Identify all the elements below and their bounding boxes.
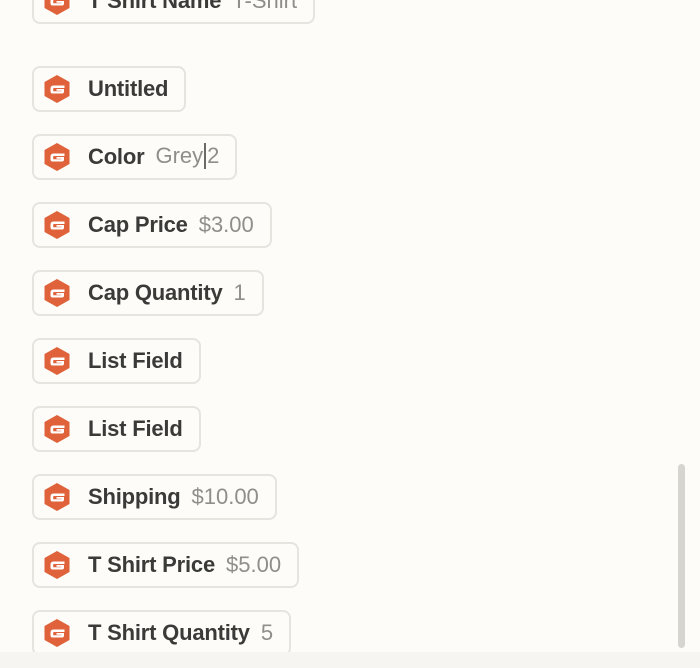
text-caret — [204, 142, 207, 169]
field-pill-list-field[interactable]: List Field — [32, 338, 201, 384]
gravity-forms-icon — [42, 550, 72, 580]
field-value: 5 — [260, 620, 274, 645]
field-pill-untitled[interactable]: Untitled — [32, 66, 187, 112]
field-value-after-caret: 2 — [207, 143, 220, 169]
field-label: Shipping — [88, 484, 181, 509]
gravity-forms-icon — [42, 414, 72, 444]
field-value: Grey 2 — [155, 142, 220, 170]
field-pill-shipping[interactable]: Shipping $10.00 — [32, 474, 277, 520]
gravity-forms-icon — [42, 278, 72, 308]
field-pill-cap-quantity[interactable]: Cap Quantity 1 — [32, 270, 264, 316]
field-pill-cap-price[interactable]: Cap Price $3.00 — [32, 202, 272, 248]
field-label: Untitled — [88, 76, 169, 101]
field-label: Cap Price — [88, 212, 188, 237]
field-picker-panel: T Shirt Name T-Shirt Untitled Color Grey… — [0, 0, 700, 668]
field-value: $5.00 — [226, 552, 282, 577]
gravity-forms-icon — [42, 142, 72, 172]
field-value: $3.00 — [198, 212, 254, 237]
field-pill-color[interactable]: Color Grey 2 — [32, 134, 238, 180]
scrollbar-thumb[interactable] — [678, 464, 685, 648]
gravity-forms-icon — [42, 482, 72, 512]
gravity-forms-icon — [42, 618, 72, 648]
gravity-forms-icon — [42, 346, 72, 376]
gravity-forms-icon — [42, 74, 72, 104]
field-value-before-caret: Grey — [155, 143, 204, 169]
field-pill-t-shirt-name[interactable]: T Shirt Name T-Shirt — [32, 0, 316, 24]
panel-footer — [0, 652, 700, 668]
field-label: T Shirt Quantity — [88, 620, 250, 645]
field-label: Cap Quantity — [88, 280, 223, 305]
field-value: T-Shirt — [232, 0, 298, 13]
field-label: T Shirt Name — [88, 0, 222, 13]
gravity-forms-icon — [42, 210, 72, 240]
field-value: 1 — [233, 280, 246, 305]
field-label: Color — [88, 144, 145, 169]
gravity-forms-icon — [42, 0, 72, 16]
field-pill-t-shirt-price[interactable]: T Shirt Price $5.00 — [32, 542, 300, 588]
field-pill-list-field[interactable]: List Field — [32, 406, 201, 452]
field-label: List Field — [88, 348, 183, 373]
field-value: $10.00 — [191, 484, 259, 509]
field-pill-t-shirt-quantity[interactable]: T Shirt Quantity 5 — [32, 610, 292, 656]
field-label: T Shirt Price — [88, 552, 215, 577]
field-label: List Field — [88, 416, 183, 441]
